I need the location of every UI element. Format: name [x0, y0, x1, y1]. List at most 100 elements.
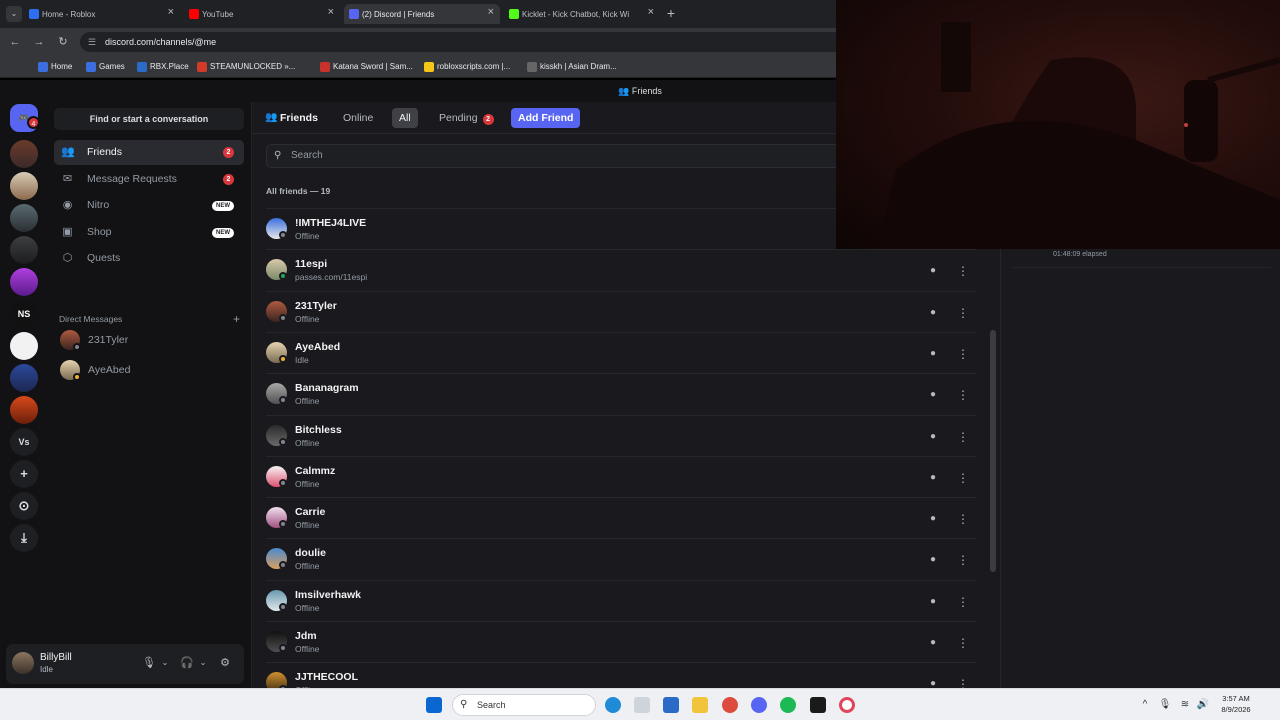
message-icon[interactable]: ●: [924, 551, 942, 569]
add-friend-button[interactable]: Add Friend: [511, 108, 581, 128]
forward-icon[interactable]: →: [32, 35, 46, 49]
friend-row[interactable]: Jdm Offline ● ⋮: [266, 621, 976, 662]
friend-row[interactable]: 231Tyler Offline ● ⋮: [266, 290, 976, 332]
server-icon[interactable]: [10, 268, 38, 296]
more-options-icon[interactable]: ⋮: [954, 428, 972, 446]
message-icon[interactable]: ●: [924, 469, 942, 487]
friend-row[interactable]: Carrie Offline ● ⋮: [266, 497, 976, 538]
server-icon[interactable]: [10, 364, 38, 392]
close-icon[interactable]: ×: [648, 6, 654, 18]
tab-2[interactable]: (2) Discord | Friends ×: [344, 4, 500, 24]
tab-pending[interactable]: Pending 2: [432, 108, 501, 128]
bookmark-item[interactable]: robloxscripts.com |...: [424, 61, 510, 73]
friend-row[interactable]: Bitchless Offline ● ⋮: [266, 414, 976, 456]
more-options-icon[interactable]: ⋮: [954, 675, 972, 688]
more-options-icon[interactable]: ⋮: [954, 551, 972, 569]
message-icon[interactable]: ●: [924, 386, 942, 404]
nav-item-shop[interactable]: ▣ Shop NEW: [54, 220, 244, 245]
server-icon[interactable]: [10, 332, 38, 360]
tab-search-button[interactable]: ⌄: [6, 6, 22, 22]
more-options-icon[interactable]: ⋮: [954, 345, 972, 363]
dm-item[interactable]: AyeAbed: [54, 356, 244, 384]
message-icon[interactable]: ●: [924, 262, 942, 280]
download-icon[interactable]: ⤓: [10, 524, 38, 552]
more-options-icon[interactable]: ⋮: [954, 304, 972, 322]
tab-0[interactable]: Home - Roblox ×: [24, 4, 180, 24]
bookmark-item[interactable]: STEAMUNLOCKED »...: [197, 61, 295, 73]
more-options-icon[interactable]: ⋮: [954, 510, 972, 528]
close-icon[interactable]: ×: [488, 6, 494, 18]
tab-online[interactable]: Online: [336, 108, 380, 128]
server-icon[interactable]: [10, 140, 38, 168]
nav-item-message-requests[interactable]: ✉ Message Requests 2: [54, 167, 244, 192]
friends-scrollbar[interactable]: [990, 330, 996, 572]
more-options-icon[interactable]: ⋮: [954, 593, 972, 611]
app-icon[interactable]: [663, 697, 679, 713]
new-tab-button[interactable]: +: [663, 6, 679, 22]
taskbar-search[interactable]: ⚲ Search: [452, 694, 596, 716]
chrome-icon[interactable]: [722, 697, 738, 713]
discord-icon[interactable]: [751, 697, 767, 713]
spotify-icon[interactable]: [780, 697, 796, 713]
chevron-down-icon[interactable]: ⌄: [158, 656, 172, 670]
tab-3[interactable]: Kicklet - Kick Chatbot, Kick Wi ×: [504, 4, 660, 24]
nav-item-friends[interactable]: 👥 Friends 2: [54, 140, 244, 165]
nav-item-quests[interactable]: ⬡ Quests: [54, 246, 244, 271]
bookmark-item[interactable]: kisskh | Asian Dram...: [527, 61, 617, 73]
nav-item-nitro[interactable]: ◉ Nitro NEW: [54, 193, 244, 218]
friend-row[interactable]: Imsilverhawk Offline ● ⋮: [266, 579, 976, 621]
bookmark-item[interactable]: Katana Sword | Sam...: [320, 61, 413, 73]
address-bar[interactable]: ☰ discord.com/channels/@me: [80, 32, 860, 52]
close-icon[interactable]: ×: [328, 6, 334, 18]
bookmark-item[interactable]: Games: [86, 61, 125, 73]
more-options-icon[interactable]: ⋮: [954, 386, 972, 404]
more-options-icon[interactable]: ⋮: [954, 262, 972, 280]
opera-icon[interactable]: [839, 697, 855, 713]
friend-row[interactable]: Calmmz Offline ● ⋮: [266, 455, 976, 497]
app-icon[interactable]: [634, 697, 650, 713]
start-icon[interactable]: [426, 697, 442, 713]
app-icon[interactable]: [810, 697, 826, 713]
site-info-icon[interactable]: ☰: [88, 32, 96, 52]
chevron-up-icon[interactable]: ^: [1138, 698, 1152, 712]
taskbar-clock[interactable]: 3:57 AM 8/9/2026: [1214, 693, 1258, 715]
wifi-icon[interactable]: ≋: [1178, 698, 1192, 712]
more-options-icon[interactable]: ⋮: [954, 469, 972, 487]
gear-icon[interactable]: ⚙: [218, 656, 232, 670]
reload-icon[interactable]: ↻: [56, 35, 70, 49]
message-icon[interactable]: ●: [924, 304, 942, 322]
add-server-icon[interactable]: +: [10, 460, 38, 488]
friend-row[interactable]: JJTHECOOLOffline●⋮: [266, 662, 976, 688]
find-conversation-button[interactable]: Find or start a conversation: [54, 108, 244, 130]
bookmark-item[interactable]: Home: [38, 61, 72, 73]
back-icon[interactable]: ←: [8, 35, 22, 49]
headphones-icon[interactable]: 🎧: [180, 656, 194, 670]
more-options-icon[interactable]: ⋮: [954, 634, 972, 652]
message-icon[interactable]: ●: [924, 675, 942, 688]
microphone-icon[interactable]: 🎙: [1158, 698, 1172, 712]
message-icon[interactable]: ●: [924, 428, 942, 446]
microphone-icon[interactable]: 🎙: [142, 656, 156, 670]
message-icon[interactable]: ●: [924, 345, 942, 363]
create-dm-icon[interactable]: +: [233, 312, 240, 326]
edge-icon[interactable]: [605, 697, 621, 713]
server-ns[interactable]: NS: [10, 300, 38, 328]
file-explorer-icon[interactable]: [692, 697, 708, 713]
dm-item[interactable]: 231Tyler: [54, 326, 244, 354]
volume-icon[interactable]: 🔊: [1196, 698, 1210, 712]
avatar[interactable]: [12, 652, 34, 674]
message-icon[interactable]: ●: [924, 634, 942, 652]
message-icon[interactable]: ●: [924, 510, 942, 528]
server-icon[interactable]: [10, 172, 38, 200]
friend-row[interactable]: 11espi passes.com/11espi ● ⋮: [266, 249, 976, 290]
friend-row[interactable]: doulie Offline ● ⋮: [266, 538, 976, 579]
server-icon[interactable]: [10, 396, 38, 424]
discover-icon[interactable]: ⊙: [10, 492, 38, 520]
server-vs[interactable]: Vs: [10, 428, 38, 456]
tab-all[interactable]: All: [392, 108, 418, 128]
chevron-down-icon[interactable]: ⌄: [196, 656, 210, 670]
server-icon[interactable]: [10, 236, 38, 264]
friend-row[interactable]: AyeAbed Idle ● ⋮: [266, 331, 976, 373]
friend-row[interactable]: Bananagram Offline ● ⋮: [266, 373, 976, 414]
tab-1[interactable]: YouTube ×: [184, 4, 340, 24]
